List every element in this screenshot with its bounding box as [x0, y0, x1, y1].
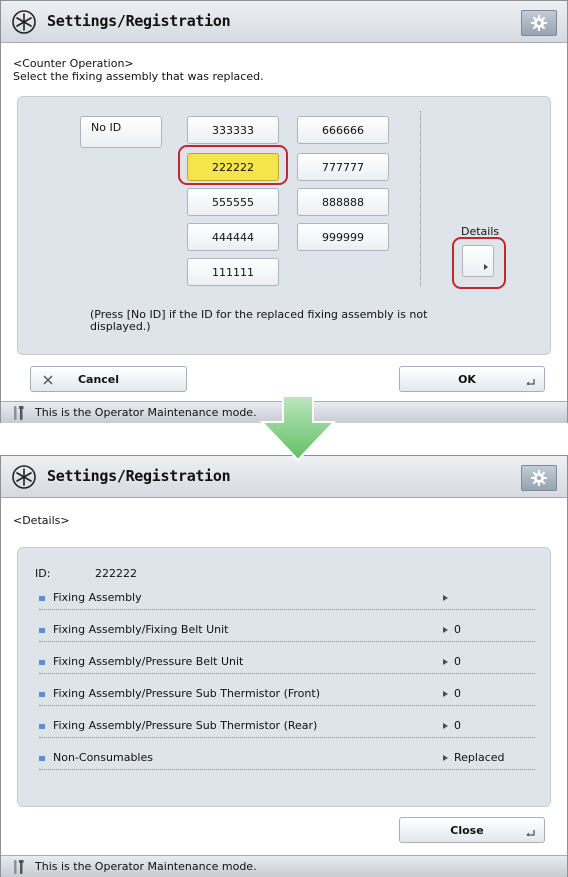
status-text: This is the Operator Maintenance mode. — [35, 860, 257, 873]
cancel-button[interactable]: Cancel — [30, 366, 187, 392]
no-id-label: No ID — [91, 121, 122, 134]
triangle-right-icon — [443, 659, 448, 665]
bullet-icon — [39, 595, 45, 601]
id-value: 222222 — [95, 567, 137, 580]
detail-row-value: 0 — [443, 687, 461, 700]
row-divider — [39, 641, 535, 642]
bullet-icon — [39, 691, 45, 697]
close-button[interactable]: Close — [399, 817, 545, 843]
detail-row-label: Fixing Assembly/Pressure Sub Thermistor … — [39, 719, 317, 732]
title-bar: Settings/Registration — [1, 456, 567, 498]
id-button-444444[interactable]: 444444 — [187, 223, 279, 251]
id-button-666666[interactable]: 666666 — [297, 116, 389, 144]
id-label: 777777 — [322, 160, 364, 174]
bullet-icon — [39, 755, 45, 761]
settings-button[interactable] — [521, 10, 557, 36]
cancel-label: Cancel — [77, 372, 120, 386]
id-label: 444444 — [212, 230, 254, 244]
id-selection-panel: No ID 333333 222222 555555 444444 111111… — [17, 96, 551, 355]
id-label: 888888 — [322, 195, 364, 209]
row-divider — [39, 769, 535, 770]
detail-row-label: Fixing Assembly/Fixing Belt Unit — [39, 623, 229, 636]
details-panel: ID: 222222 Fixing Assembly Fixing Assemb… — [17, 547, 551, 807]
id-button-555555[interactable]: 555555 — [187, 188, 279, 216]
id-label: 999999 — [322, 230, 364, 244]
maintenance-tools-icon — [14, 860, 24, 874]
status-bar: This is the Operator Maintenance mode. — [1, 855, 567, 877]
bullet-icon — [39, 627, 45, 633]
details-highlight — [452, 237, 506, 289]
row-divider — [39, 673, 535, 674]
close-label: Close — [450, 823, 484, 837]
id-button-888888[interactable]: 888888 — [297, 188, 389, 216]
detail-row-value — [443, 591, 454, 604]
enter-icon — [526, 830, 535, 836]
triangle-right-icon — [443, 723, 448, 729]
status-text: This is the Operator Maintenance mode. — [35, 406, 257, 419]
page-title: Settings/Registration — [47, 467, 231, 485]
title-bar: Settings/Registration — [1, 1, 567, 43]
detail-row-value: Replaced — [443, 751, 505, 764]
detail-row-label: Fixing Assembly/Pressure Belt Unit — [39, 655, 243, 668]
id-label: 333333 — [212, 123, 254, 137]
id-label: 111111 — [212, 265, 254, 279]
ok-button[interactable]: OK — [399, 366, 545, 392]
detail-row-label: Fixing Assembly/Pressure Sub Thermistor … — [39, 687, 320, 700]
page-title: Settings/Registration — [47, 12, 231, 30]
detail-row-value: 0 — [443, 719, 461, 732]
enter-icon — [526, 379, 535, 385]
details-screen: Settings/Registration <Details> ID: 2222… — [0, 455, 568, 877]
selection-highlight — [178, 145, 288, 185]
detail-row-label: Non-Consumables — [39, 751, 153, 764]
gear-icon — [531, 470, 547, 486]
triangle-right-icon — [443, 627, 448, 633]
note-line-2: displayed.) — [90, 320, 151, 333]
triangle-right-icon — [443, 691, 448, 697]
column-divider — [420, 111, 421, 286]
triangle-right-icon — [443, 755, 448, 761]
counter-operation-screen: Settings/Registration <Counter Operation… — [0, 0, 568, 423]
settings-button[interactable] — [521, 465, 557, 491]
id-button-999999[interactable]: 999999 — [297, 223, 389, 251]
id-label: ID: — [35, 567, 51, 580]
row-divider — [39, 737, 535, 738]
detail-row-label: Fixing Assembly — [39, 591, 142, 604]
detail-row-value: 0 — [443, 623, 461, 636]
row-divider — [39, 705, 535, 706]
instruction-text: Select the fixing assembly that was repl… — [13, 70, 264, 83]
section-heading: <Counter Operation> — [13, 57, 134, 70]
ok-label: OK — [458, 372, 476, 386]
section-heading: <Details> — [13, 514, 70, 527]
arrow-down-icon — [259, 396, 337, 462]
row-divider — [39, 609, 535, 610]
id-button-777777[interactable]: 777777 — [297, 153, 389, 181]
id-label: 555555 — [212, 195, 254, 209]
settings-registration-icon — [12, 10, 36, 34]
gear-icon — [531, 15, 547, 31]
bullet-icon — [39, 659, 45, 665]
no-id-button[interactable]: No ID — [80, 116, 162, 148]
maintenance-tools-icon — [14, 406, 24, 420]
detail-row-value: 0 — [443, 655, 461, 668]
id-button-333333[interactable]: 333333 — [187, 116, 279, 144]
id-label: 666666 — [322, 123, 364, 137]
triangle-right-icon — [443, 595, 448, 601]
bullet-icon — [39, 723, 45, 729]
id-button-111111[interactable]: 111111 — [187, 258, 279, 286]
settings-registration-icon — [12, 465, 36, 489]
